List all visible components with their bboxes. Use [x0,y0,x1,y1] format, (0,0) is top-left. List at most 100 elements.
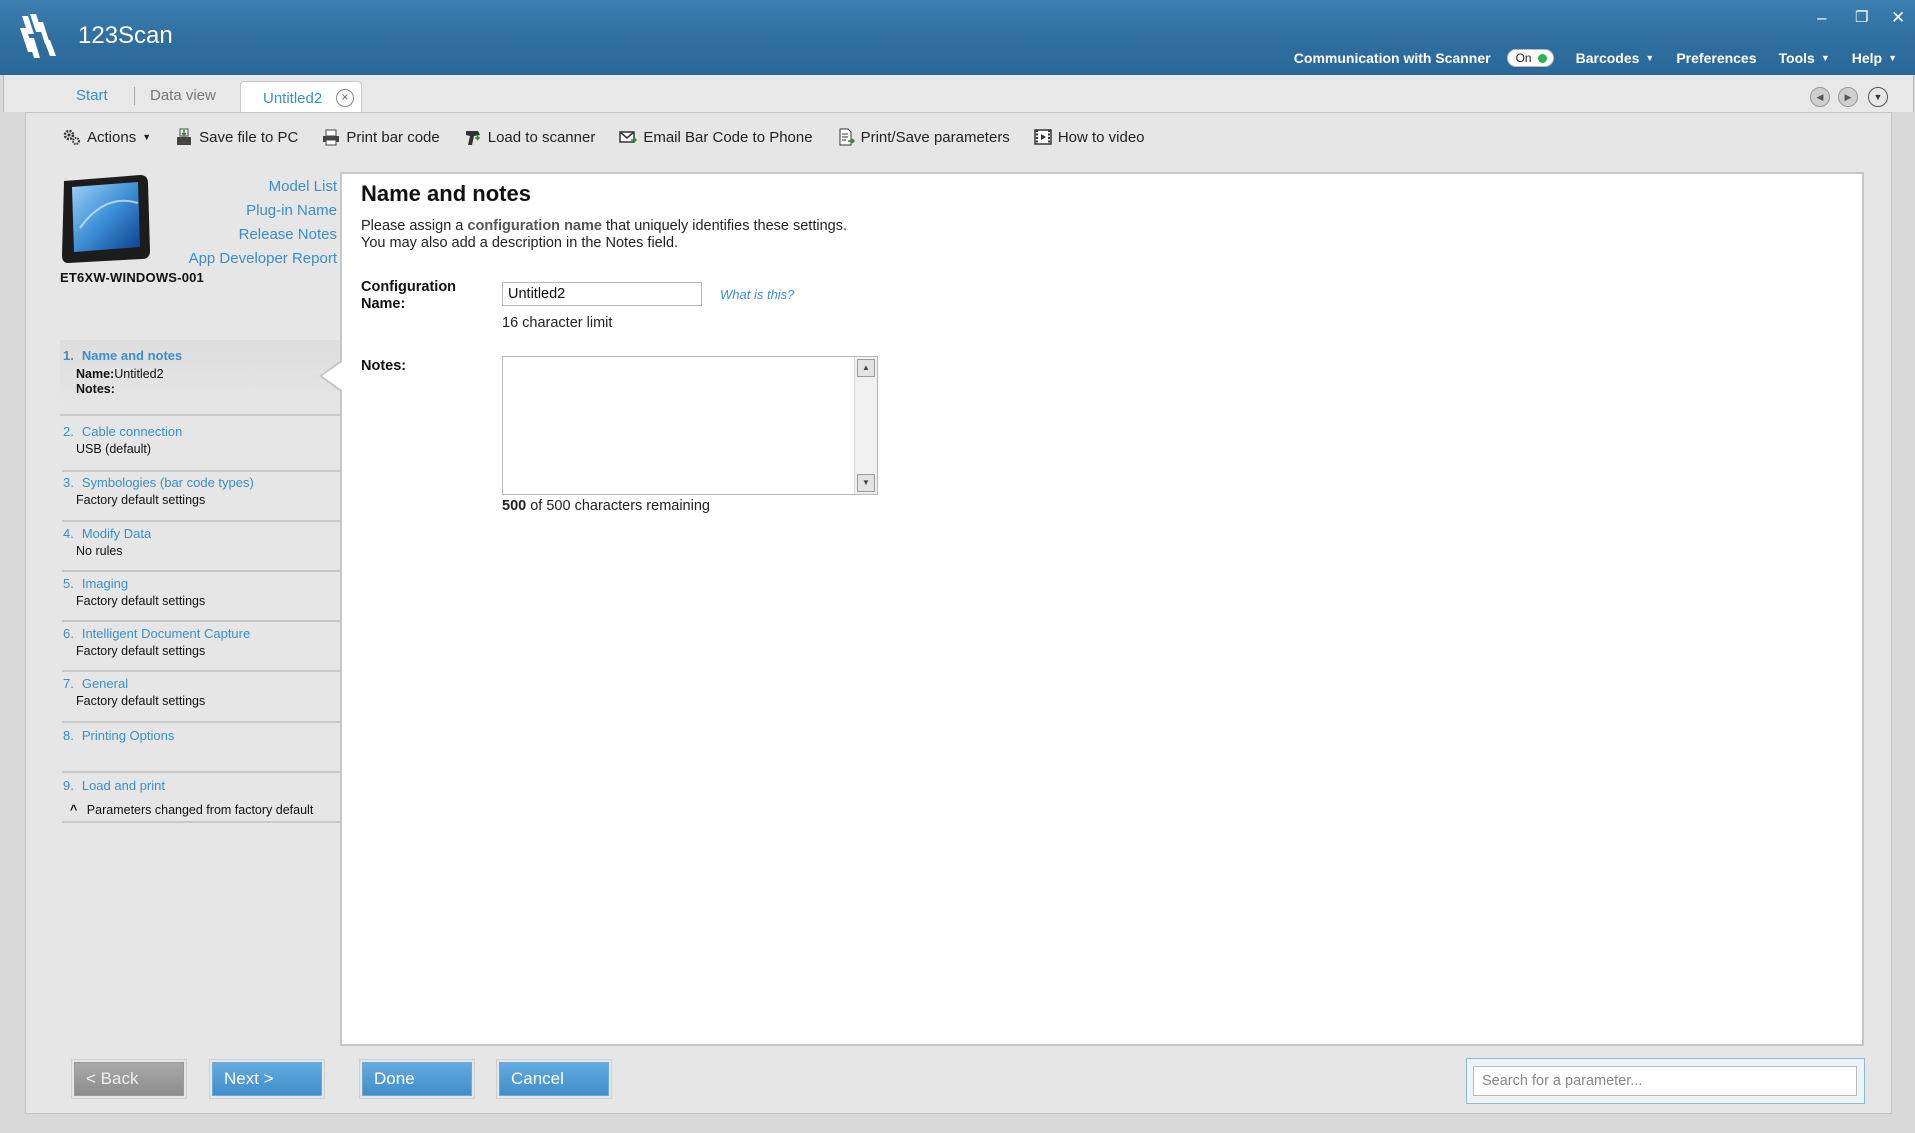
tab-untitled2-label: Untitled2 [263,90,323,107]
chevron-down-icon[interactable]: ▼ [1868,87,1888,107]
load-to-scanner-button[interactable]: Load to scanner [464,128,596,146]
release-notes-link[interactable]: Release Notes [189,223,337,247]
device-name: ET6XW-WINDOWS-001 [60,270,204,285]
close-window-button[interactable]: ✕ [1891,8,1905,28]
step-title: Name and notes [81,348,183,363]
load-to-scanner-label: Load to scanner [487,128,596,146]
next-button[interactable]: Next > [209,1059,325,1099]
step-name-and-notes[interactable]: 1. Name and notes Name:Untitled2 Notes: [60,340,340,416]
menu-barcodes[interactable]: Barcodes ▼ [1576,50,1655,66]
nav-forward-icon[interactable]: ▶ [1838,87,1858,107]
step-number: 1. [63,348,74,363]
remaining-text: of 500 characters remaining [526,498,710,514]
active-step-pointer-fill [322,362,342,390]
step-intelligent-document-capture[interactable]: 6. Intelligent Document Capture Factory d… [62,622,340,672]
nav-back-icon[interactable]: ◀ [1810,87,1830,107]
page-title: Name and notes [361,181,531,206]
gears-icon [63,129,80,145]
menu-help-label: Help [1851,50,1883,66]
step-number: 6. [63,626,74,641]
step-symbologies[interactable]: 3. Symbologies (bar code types) Factory d… [62,472,340,522]
step-cable-connection[interactable]: 2. Cable connection USB (default) [62,416,340,472]
print-barcode-button[interactable]: Print bar code [322,128,440,146]
config-name-label: Configuration Name: [361,279,456,313]
plugin-name-link[interactable]: Plug-in Name [189,199,337,223]
parameter-search-input[interactable] [1473,1066,1857,1096]
back-button[interactable]: < Back [71,1059,187,1099]
caret-down-icon: ▼ [1820,53,1830,63]
toolbar: Actions ▼ Save file to PC Print bar code… [25,113,1890,161]
scroll-up-icon[interactable]: ▲ [857,359,875,377]
print-save-parameters-button[interactable]: Print/Save parameters [837,128,1010,146]
step-title: Imaging [81,576,129,591]
menu-help[interactable]: Help ▼ [1852,50,1897,66]
print-barcode-label: Print bar code [346,128,440,146]
tab-data-view[interactable]: Data view [150,87,216,104]
step-modify-data[interactable]: 4. Modify Data No rules [62,522,340,572]
config-name-input[interactable] [502,282,702,306]
step-number: 8. [63,728,74,743]
step-number: 2. [63,424,74,439]
legend: ^ Parameters changed from factory defaul… [70,803,313,817]
close-tab-icon[interactable]: × [336,89,354,107]
restore-button[interactable]: ❐ [1855,8,1868,28]
step-subtitle: Factory default settings [76,493,206,507]
description-text: Please assign a [361,218,468,234]
email-barcode-label: Email Bar Code to Phone [643,128,813,146]
actions-label: Actions [87,128,137,146]
step-title: Symbologies (bar code types) [81,475,254,490]
tab-start[interactable]: Start [76,87,108,104]
step-subtitle: No rules [76,544,123,558]
menu-preferences[interactable]: Preferences [1676,50,1756,66]
config-name-label-line: Configuration [361,279,457,295]
minimize-button[interactable]: – [1817,8,1826,28]
email-barcode-button[interactable]: Email Bar Code to Phone [619,128,813,146]
tab-divider [134,87,135,105]
step-printing-options[interactable]: 8. Printing Options [62,723,340,773]
email-icon [619,131,638,143]
step-title: Cable connection [81,424,183,439]
save-file-button[interactable]: Save file to PC [175,128,298,146]
step-title: Load and print [81,778,165,793]
menu-tools-label: Tools [1778,50,1815,66]
notes-text [503,357,877,365]
step-general[interactable]: 7. General Factory default settings [62,672,340,723]
done-button[interactable]: Done [359,1059,475,1099]
print-save-parameters-label: Print/Save parameters [860,128,1010,146]
title-bar: 123Scan – ❐ ✕ Communication with Scanner… [0,0,1915,75]
how-to-video-button[interactable]: How to video [1034,128,1145,146]
communication-toggle[interactable]: On [1506,49,1554,67]
caret-down-icon: ▼ [142,132,152,142]
step-subtitle: Factory default settings [76,694,206,708]
step-imaging[interactable]: 5. Imaging Factory default settings [62,572,340,622]
description-text: You may also add a description in the No… [361,235,679,251]
notes-label: Notes: [361,358,407,374]
step-notes-label: Notes: [76,382,115,396]
step-subtitle: USB (default) [76,442,152,456]
step-subtitle: Factory default settings [76,594,206,608]
device-tablet-icon [62,175,150,263]
zebra-logo-icon [20,14,56,58]
cancel-button[interactable]: Cancel [496,1059,612,1099]
save-to-pc-icon [177,128,192,145]
what-is-this-link[interactable]: What is this? [720,287,794,302]
model-list-link[interactable]: Model List [189,175,337,199]
notes-textarea[interactable]: ▲ ▼ [502,356,878,495]
remaining-count: 500 [502,498,527,514]
scroll-down-icon[interactable]: ▼ [857,474,875,492]
legend-text: Parameters changed from factory default [86,803,314,817]
how-to-video-label: How to video [1057,128,1145,146]
tab-untitled2[interactable]: Untitled2 × [240,81,362,112]
actions-button[interactable]: Actions ▼ [63,128,151,146]
app-developer-report-link[interactable]: App Developer Report [189,247,337,271]
step-number: 7. [63,676,74,691]
menu-bar: Communication with Scanner On Barcodes ▼… [1294,49,1897,67]
wizard-steps: 1. Name and notes Name:Untitled2 Notes: 2… [60,340,340,823]
notes-scrollbar[interactable]: ▲ ▼ [854,357,877,494]
menu-tools[interactable]: Tools ▼ [1779,50,1830,66]
toggle-label: On [1515,51,1532,65]
device-links: Model List Plug-in Name Release Notes Ap… [189,175,337,271]
scanner-icon [465,131,480,145]
legend-mark: ^ [70,803,78,817]
status-dot-icon [1537,53,1547,63]
